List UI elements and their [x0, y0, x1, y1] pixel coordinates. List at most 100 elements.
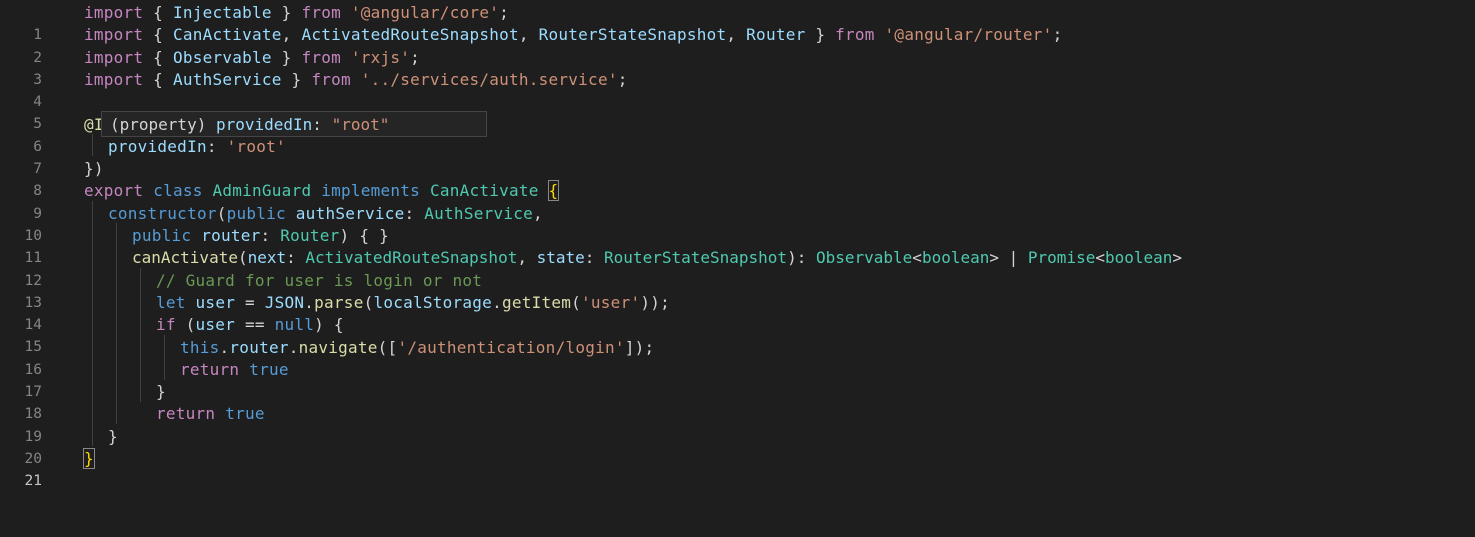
code-text[interactable]: import { AuthService } from '../services…	[84, 69, 628, 91]
token-punc: {	[143, 25, 173, 45]
code-text[interactable]: import { Injectable } from '@angular/cor…	[84, 2, 509, 24]
token-punc: ) {	[314, 315, 344, 335]
token-punc: (	[237, 248, 248, 268]
code-text[interactable]: })	[84, 158, 104, 180]
token-punc: .	[492, 292, 502, 312]
token-constant: true	[249, 359, 289, 379]
token-punc: ;	[1052, 25, 1063, 45]
token-string: 'root'	[226, 136, 286, 156]
token-constant: true	[225, 404, 265, 424]
code-text[interactable]: public router: Router) { }	[132, 225, 389, 247]
token-punc: :	[260, 226, 281, 245]
code-line: 9 export class AdminGuard implements Can…	[0, 180, 1475, 222]
token-storage: public	[226, 203, 286, 223]
token-punc: })	[84, 159, 104, 179]
token-punc: ):	[787, 248, 816, 268]
token-punc: ,	[517, 248, 537, 268]
hover-kind: (property)	[110, 115, 207, 134]
code-text[interactable]: }	[156, 381, 166, 403]
token-variable: user	[195, 315, 236, 335]
token-keyword: import	[84, 47, 144, 67]
code-text[interactable]: import { CanActivate, ActivatedRouteSnap…	[84, 24, 1062, 46]
token-punc: > |	[989, 248, 1028, 268]
token-punc: }	[108, 426, 118, 446]
token-punc: :	[206, 136, 227, 156]
code-text[interactable]: import { Observable } from 'rxjs';	[84, 47, 420, 69]
token-identifier: Router	[746, 25, 806, 45]
token-punc: (	[175, 315, 196, 335]
code-text[interactable]: let user = JSON.parse(localStorage.getIt…	[156, 292, 670, 314]
code-text[interactable]: return true	[180, 359, 289, 381]
code-editor[interactable]: 1 import { Injectable } from '@angular/c…	[0, 0, 1475, 489]
token-function: getItem	[501, 292, 572, 312]
token-punc: {	[143, 3, 173, 22]
code-line: 11 public router: Router) { }	[0, 225, 1475, 266]
token-variable: localStorage	[373, 292, 493, 312]
code-line: 18 }	[0, 381, 1475, 422]
token-storage: implements	[321, 181, 421, 201]
code-text[interactable]: if (user == null) {	[156, 314, 344, 336]
token-type: Observable	[815, 248, 913, 268]
code-text[interactable]: canActivate(next: ActivatedRouteSnapshot…	[132, 247, 1182, 269]
hover-sep: :	[312, 115, 332, 134]
token-variable: state	[536, 248, 585, 268]
token-punc: :	[584, 248, 605, 268]
token-punc: .	[219, 337, 230, 357]
token-type: AdminGuard	[212, 181, 312, 201]
token-storage: class	[153, 181, 203, 201]
token-punc: {	[143, 47, 173, 67]
code-line: 13 // Guard for user is login or not	[0, 270, 1475, 311]
line-number: 21	[24, 473, 42, 490]
code-text[interactable]: providedIn: 'root'	[108, 136, 286, 158]
token-punc: ,	[518, 25, 539, 45]
token-type: Router	[280, 226, 340, 245]
token-storage: public	[132, 226, 192, 245]
token-keyword: return	[180, 359, 240, 379]
token-variable: router	[201, 226, 261, 245]
hover-name: providedIn	[206, 115, 313, 134]
token-variable: JSON	[264, 292, 305, 312]
code-text[interactable]: // Guard for user is login or not	[156, 270, 482, 292]
code-line: 14 let user = JSON.parse(localStorage.ge…	[0, 292, 1475, 333]
token-variable: router	[229, 337, 289, 357]
code-text[interactable]: export class AdminGuard implements CanAc…	[84, 180, 560, 202]
token-property: providedIn	[108, 136, 207, 156]
matched-bracket: {	[547, 180, 560, 202]
code-text[interactable]: }	[83, 448, 95, 470]
code-line: 17 return true	[0, 359, 1475, 400]
token-function: navigate	[298, 337, 378, 357]
token-punc: .	[288, 337, 299, 357]
token-type: ActivatedRouteSnapshot	[305, 248, 518, 268]
token-constant: null	[274, 315, 315, 335]
token-string: 'rxjs'	[350, 47, 411, 67]
token-type: RouterStateSnapshot	[604, 248, 788, 268]
token-punc: }	[271, 3, 302, 22]
code-text[interactable]: }	[108, 426, 118, 448]
token-identifier: CanActivate	[172, 25, 282, 45]
code-text[interactable]: constructor(public authService: AuthServ…	[108, 203, 543, 225]
token-keyword: import	[84, 25, 144, 45]
token-storage: let	[156, 292, 186, 312]
code-text[interactable]: return true	[156, 403, 265, 425]
code-line: 21 }	[0, 448, 1475, 489]
code-line: 3 import { Observable } from 'rxjs';	[0, 47, 1475, 88]
token-variable: user	[195, 292, 236, 312]
token-string: '../services/auth.service'	[360, 69, 618, 89]
token-punc: ]);	[624, 337, 655, 357]
token-punc: ;	[499, 3, 509, 22]
code-text[interactable]: this.router.navigate(['/authentication/l…	[180, 337, 654, 359]
token-punc: ,	[726, 25, 747, 45]
token-punc: ));	[640, 292, 670, 312]
token-keyword: import	[84, 3, 144, 22]
token-keyword: from	[301, 47, 341, 67]
hover-tooltip: (property) providedIn: "root"	[101, 111, 487, 137]
code-line: 12 canActivate(next: ActivatedRouteSnaps…	[0, 247, 1475, 288]
